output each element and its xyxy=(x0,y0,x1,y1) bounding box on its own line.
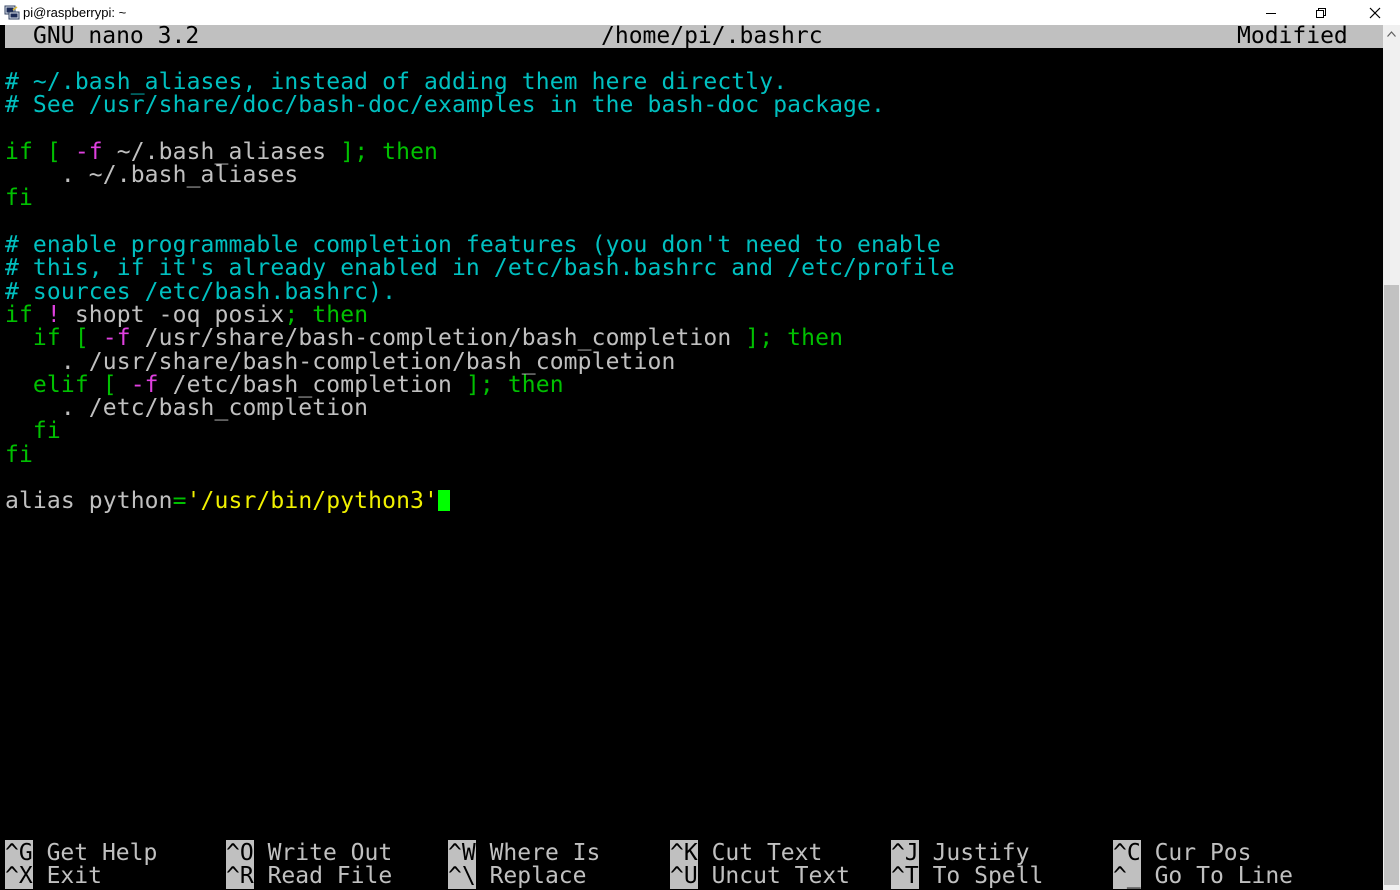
keyword: then xyxy=(493,372,564,398)
keyword: if xyxy=(5,325,61,351)
window-title: pi@raspberrypi: ~ xyxy=(23,5,127,20)
code-line: fi xyxy=(5,185,33,211)
shortcut-label: Uncut Text xyxy=(711,863,851,889)
code-line: if ! shopt -oq posix; then xyxy=(5,303,368,327)
code-line: # See /usr/share/doc/bash-doc/examples i… xyxy=(5,92,885,118)
file-path: /home/pi/.bashrc xyxy=(601,23,823,49)
code-line: . /usr/share/bash-completion/bash_comple… xyxy=(5,349,676,375)
putty-icon xyxy=(4,5,20,20)
code-line: # sources /etc/bash.bashrc). xyxy=(5,279,397,305)
minimize-icon xyxy=(1266,12,1276,14)
restore-button[interactable] xyxy=(1298,0,1344,25)
keyword: then xyxy=(368,139,439,165)
window-title-bar: pi@raspberrypi: ~ xyxy=(0,0,1400,25)
shortcut-label: Go To Line xyxy=(1154,863,1294,889)
shortcut-label: Exit xyxy=(46,863,102,889)
bracket: [ xyxy=(60,325,103,351)
shortcut-label: To Spell xyxy=(932,863,1044,889)
close-button[interactable] xyxy=(1352,0,1398,25)
modified-status: Modified xyxy=(1237,23,1348,49)
code-line: fi xyxy=(5,442,33,468)
code-line: . ~/.bash_aliases xyxy=(5,162,299,188)
code-line: if [ -f ~/.bash_aliases ]; then xyxy=(5,139,439,165)
code-line: elif [ -f /etc/bash_completion ]; then xyxy=(5,372,564,398)
chevron-up-icon xyxy=(1387,30,1396,37)
shortcut-cut-text[interactable]: ^K Cut Text xyxy=(670,840,822,866)
alias-name: alias python xyxy=(5,488,173,514)
scroll-up-button[interactable] xyxy=(1383,25,1400,42)
scrollbar-thumb[interactable] xyxy=(1384,285,1399,885)
close-icon xyxy=(1369,7,1381,18)
minimize-button[interactable] xyxy=(1248,0,1294,25)
shortcut-key: ^_ xyxy=(1113,863,1141,889)
shortcut-key: ^T xyxy=(891,863,919,889)
code-line: # ~/.bash_aliases, instead of adding the… xyxy=(5,69,788,95)
terminal-area[interactable]: GNU nano 3.2 /home/pi/.bashrc Modified #… xyxy=(0,25,1383,890)
nano-header-bar: GNU nano 3.2 /home/pi/.bashrc Modified xyxy=(5,25,1383,48)
bracket: ]; xyxy=(465,372,494,398)
code-line: if [ -f /usr/share/bash-completion/bash_… xyxy=(5,325,844,351)
bracket: ]; xyxy=(340,139,369,165)
shortcut-justify[interactable]: ^J Justify xyxy=(891,840,1030,866)
path: /usr/share/bash-completion/bash_completi… xyxy=(130,325,746,351)
shortcut-label: Replace xyxy=(489,863,587,889)
code-line: # this, if it's already enabled in /etc/… xyxy=(5,255,955,281)
shortcut-read-file[interactable]: ^R Read File xyxy=(226,863,393,889)
shortcut-uncut-text[interactable]: ^U Uncut Text xyxy=(670,863,851,889)
equals-sign: = xyxy=(172,488,187,514)
code-line: # enable programmable completion feature… xyxy=(5,232,941,258)
shortcut-replace[interactable]: ^\ Replace xyxy=(448,863,587,889)
shortcut-write-out[interactable]: ^O Write Out xyxy=(226,840,392,866)
bracket: ]; xyxy=(745,325,774,351)
shortcut-where-is[interactable]: ^W Where Is xyxy=(448,840,600,866)
restore-icon xyxy=(1316,7,1326,18)
shortcut-key: ^R xyxy=(226,863,254,889)
shortcut-to-spell[interactable]: ^T To Spell xyxy=(891,863,1044,889)
shortcut-go-to-line[interactable]: ^_ Go To Line xyxy=(1113,863,1294,889)
shortcut-cur-pos[interactable]: ^C Cur Pos xyxy=(1113,840,1252,866)
keyword: then xyxy=(773,325,844,351)
text-cursor xyxy=(438,490,450,511)
code-line: . /etc/bash_completion xyxy=(5,395,369,421)
flag: -f xyxy=(102,325,131,351)
shortcut-key: ^U xyxy=(670,863,698,889)
vertical-scrollbar[interactable] xyxy=(1383,25,1400,890)
string-literal: '/usr/bin/python3' xyxy=(186,488,438,514)
shortcut-key: ^X xyxy=(5,863,33,889)
shortcut-label: Read File xyxy=(267,863,393,889)
nano-version: GNU nano 3.2 xyxy=(33,23,200,49)
code-line: fi xyxy=(5,418,61,444)
shortcut-key: ^\ xyxy=(448,863,476,889)
code-line: alias python='/usr/bin/python3' xyxy=(5,488,450,514)
shortcut-get-help[interactable]: ^G Get Help xyxy=(5,840,157,866)
shortcut-exit[interactable]: ^X Exit xyxy=(5,863,102,889)
